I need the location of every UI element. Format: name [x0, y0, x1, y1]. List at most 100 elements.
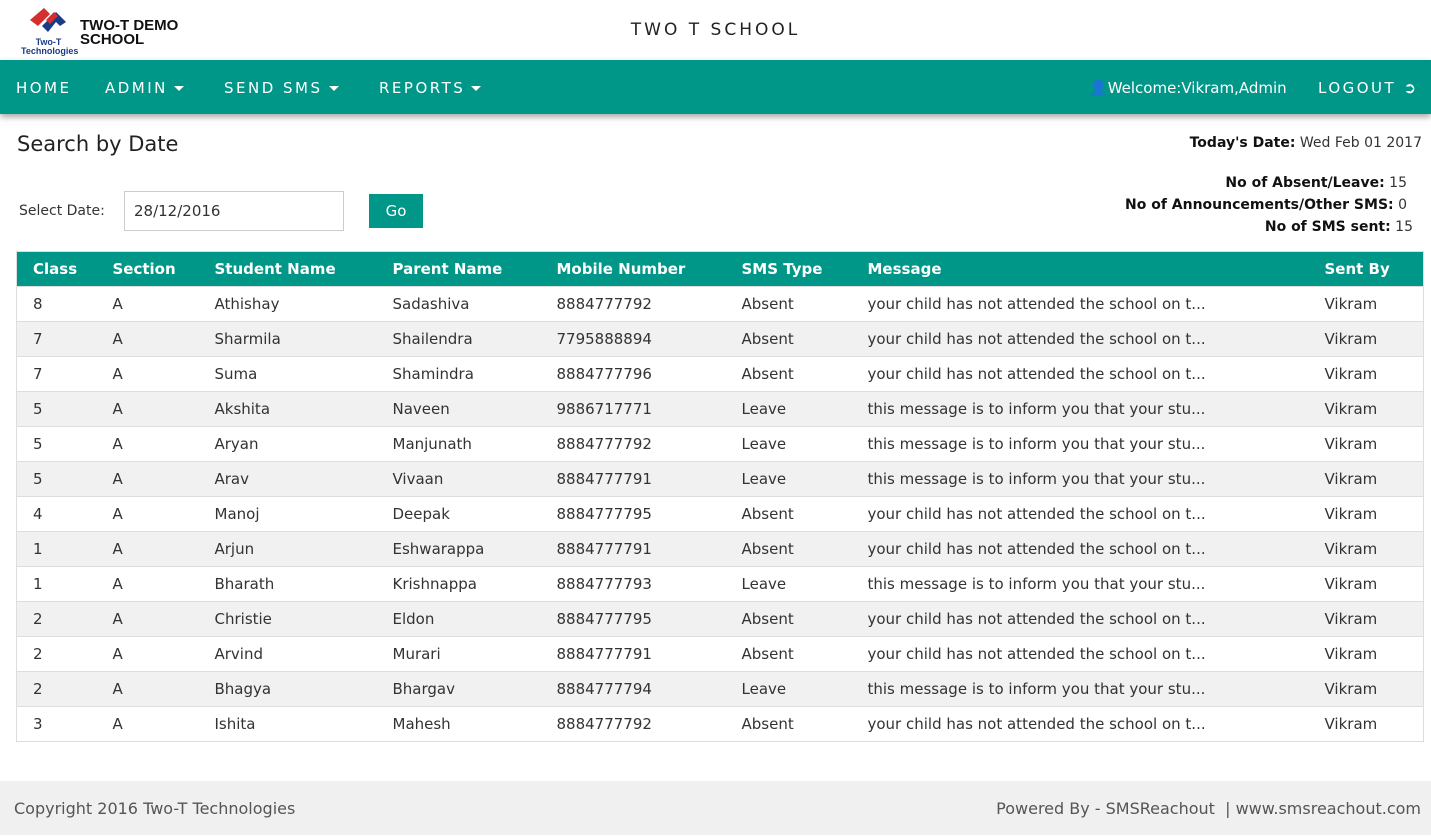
date-input[interactable]	[124, 191, 344, 231]
table-cell: Christie	[198, 601, 377, 637]
table-cell: this message is to inform you that your …	[851, 426, 1309, 462]
table-cell: Shailendra	[376, 321, 541, 357]
nav-admin[interactable]: ADMIN	[105, 79, 184, 97]
table-cell: Bharath	[198, 566, 377, 602]
table-cell: 8884777792	[540, 706, 726, 742]
table-cell: Absent	[725, 356, 852, 392]
select-date-label: Select Date:	[19, 203, 105, 219]
go-button[interactable]: Go	[369, 194, 423, 228]
todays-date-value: Wed Feb 01 2017	[1299, 135, 1422, 151]
stat-value: 15	[1395, 219, 1413, 235]
table-cell: Eshwarappa	[376, 531, 541, 567]
table-cell: Leave	[725, 566, 852, 602]
welcome-text: Welcome:Vikram,Admin	[1107, 79, 1287, 97]
table-cell: Vikram	[1308, 671, 1424, 707]
table-cell: this message is to inform you that your …	[851, 671, 1309, 707]
table-cell: Absent	[725, 286, 852, 322]
table-cell: A	[96, 496, 199, 532]
table-cell: your child has not attended the school o…	[851, 356, 1309, 392]
chevron-down-icon	[471, 86, 482, 91]
table-cell: your child has not attended the school o…	[851, 321, 1309, 357]
table-cell: 8884777795	[540, 496, 726, 532]
table-cell: 8884777791	[540, 636, 726, 672]
table-cell: 4	[16, 496, 97, 532]
table-row[interactable]: 3 A Ishita Mahesh 8884777792 Absent your child…	[16, 706, 1424, 742]
logo-company: Two-T Technologies	[21, 37, 79, 56]
table-cell: Absent	[725, 531, 852, 567]
nav-home[interactable]: HOME	[16, 79, 72, 97]
stat-value: 15	[1389, 175, 1407, 191]
table-cell: your child has not attended the school o…	[851, 636, 1309, 672]
table-cell: 8884777792	[540, 426, 726, 462]
stat-value: 0	[1398, 197, 1407, 213]
table-row[interactable]: 1 A Arjun Eshwarappa 8884777791 Absent your ch…	[16, 531, 1424, 567]
table-cell: A	[96, 286, 199, 322]
logout-label: LOGOUT	[1318, 79, 1397, 97]
table-cell: Bhargav	[376, 671, 541, 707]
table-cell: your child has not attended the school o…	[851, 531, 1309, 567]
table-cell: 2	[16, 636, 97, 672]
table-cell: Arvind	[198, 636, 377, 672]
top-header: Two-T Technologies TWO-T DEMO SCHOOL TWO…	[0, 0, 1431, 60]
table-cell: Bhagya	[198, 671, 377, 707]
page-title: Search by Date	[17, 132, 179, 156]
table-row[interactable]: 5 A Arav Vivaan 8884777791 Leave this message …	[16, 461, 1424, 497]
table-cell: Vikram	[1308, 601, 1424, 637]
table-cell: A	[96, 636, 199, 672]
powered-by[interactable]: Powered By - SMSReachout | www.smsreacho…	[996, 799, 1421, 818]
sms-table: Class Section Student Name Parent Name Mobil…	[16, 251, 1424, 742]
table-cell: 2	[16, 671, 97, 707]
table-cell: 9886717771	[540, 391, 726, 427]
nav-reports[interactable]: REPORTS	[379, 79, 482, 97]
table-cell: Aryan	[198, 426, 377, 462]
table-row[interactable]: 8 A Athishay Sadashiva 8884777792 Absent your …	[16, 286, 1424, 322]
table-cell: Vikram	[1308, 286, 1424, 322]
table-cell: Vikram	[1308, 496, 1424, 532]
table-cell: Leave	[725, 426, 852, 462]
table-cell: Vikram	[1308, 356, 1424, 392]
table-cell: Absent	[725, 706, 852, 742]
table-cell: 8884777795	[540, 601, 726, 637]
stat-label: No of Absent/Leave:	[1225, 175, 1385, 191]
table-cell: 1	[16, 531, 97, 567]
table-row[interactable]: 4 A Manoj Deepak 8884777795 Absent your child …	[16, 496, 1424, 532]
table-row[interactable]: 5 A Aryan Manjunath 8884777792 Leave this mess…	[16, 426, 1424, 462]
column-header: Message	[851, 251, 1309, 287]
stat-sent: No of SMS sent: 15	[1125, 216, 1413, 238]
table-cell: A	[96, 601, 199, 637]
table-cell: A	[96, 566, 199, 602]
table-cell: your child has not attended the school o…	[851, 601, 1309, 637]
table-cell: Leave	[725, 461, 852, 497]
table-cell: 5	[16, 426, 97, 462]
table-row[interactable]: 1 A Bharath Krishnappa 8884777793 Leave this m…	[16, 566, 1424, 602]
table-row[interactable]: 2 A Bhagya Bhargav 8884777794 Leave this messa…	[16, 671, 1424, 707]
table-row[interactable]: 5 A Akshita Naveen 9886717771 Leave this messa…	[16, 391, 1424, 427]
nav-admin-label: ADMIN	[105, 79, 168, 97]
logout-button[interactable]: LOGOUT ➲	[1318, 79, 1419, 97]
table-cell: 2	[16, 601, 97, 637]
table-cell: Naveen	[376, 391, 541, 427]
column-header: Section	[96, 251, 199, 287]
stat-absent: No of Absent/Leave: 15	[1125, 172, 1407, 194]
table-row[interactable]: 7 A Suma Shamindra 8884777796 Absent your chil…	[16, 356, 1424, 392]
stat-label: No of Announcements/Other SMS:	[1125, 197, 1394, 213]
table-cell: Suma	[198, 356, 377, 392]
table-cell: Vikram	[1308, 321, 1424, 357]
table-row[interactable]: 7 A Sharmila Shailendra 7795888894 Absent your…	[16, 321, 1424, 357]
table-row[interactable]: 2 A Arvind Murari 8884777791 Absent your child…	[16, 636, 1424, 672]
table-cell: 1	[16, 566, 97, 602]
table-cell: Akshita	[198, 391, 377, 427]
copyright: Copyright 2016 Two-T Technologies	[14, 799, 296, 818]
table-cell: Mahesh	[376, 706, 541, 742]
column-header: SMS Type	[725, 251, 852, 287]
user-icon: 👤	[1089, 79, 1108, 97]
table-cell: A	[96, 321, 199, 357]
table-row[interactable]: 2 A Christie Eldon 8884777795 Absent your chil…	[16, 601, 1424, 637]
table-cell: Absent	[725, 496, 852, 532]
table-cell: A	[96, 671, 199, 707]
table-cell: Vikram	[1308, 531, 1424, 567]
nav-send-sms[interactable]: SEND SMS	[224, 79, 339, 97]
main-nav: HOME ADMIN SEND SMS REPORTS 👤Welcome:Vik…	[0, 60, 1431, 114]
chevron-down-icon	[173, 86, 184, 91]
stat-label: No of SMS sent:	[1264, 219, 1391, 235]
